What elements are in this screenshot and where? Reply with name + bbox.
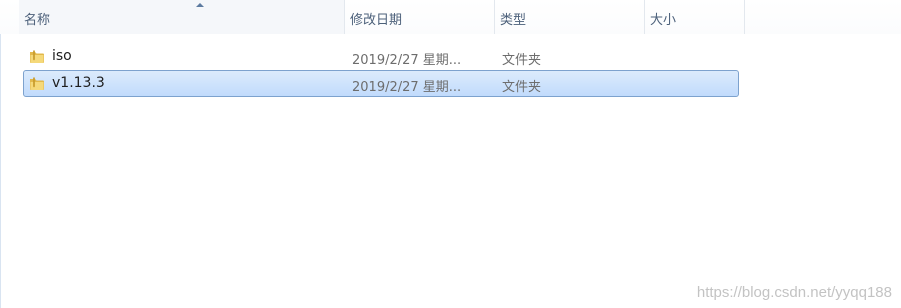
file-date-modified: 2019/2/27 星期...: [352, 80, 462, 95]
column-header-size-label: 大小: [650, 13, 677, 28]
column-header-date-modified[interactable]: 修改日期: [345, 0, 495, 34]
file-date-modified: 2019/2/27 星期...: [352, 53, 462, 68]
column-header-name-label: 名称: [24, 13, 51, 28]
watermark-text: https://blog.csdn.net/yyqq188: [696, 284, 892, 301]
file-name: iso: [52, 48, 72, 64]
column-header-name[interactable]: 名称: [19, 0, 345, 34]
folder-icon: [30, 77, 44, 90]
file-row-v1-13-3[interactable]: v1.13.3 2019/2/27 星期... 文件夹: [23, 70, 739, 97]
folder-icon: [30, 50, 44, 63]
file-list-view[interactable]: 名称 修改日期 类型 大小 iso 2019/2/27 星期... 文件夹 v1…: [0, 0, 901, 308]
column-header-date-label: 修改日期: [350, 13, 403, 28]
file-name: v1.13.3: [52, 75, 105, 91]
column-header-bar: 名称 修改日期 类型 大小: [0, 0, 901, 34]
column-header-size[interactable]: 大小: [645, 0, 745, 34]
file-row-iso[interactable]: iso 2019/2/27 星期... 文件夹: [23, 43, 739, 70]
file-type: 文件夹: [502, 53, 542, 68]
column-header-type-label: 类型: [500, 13, 527, 28]
pane-left-edge: [0, 0, 1, 308]
column-header-type[interactable]: 类型: [495, 0, 645, 34]
sort-ascending-icon: [196, 3, 204, 7]
file-type: 文件夹: [502, 80, 542, 95]
